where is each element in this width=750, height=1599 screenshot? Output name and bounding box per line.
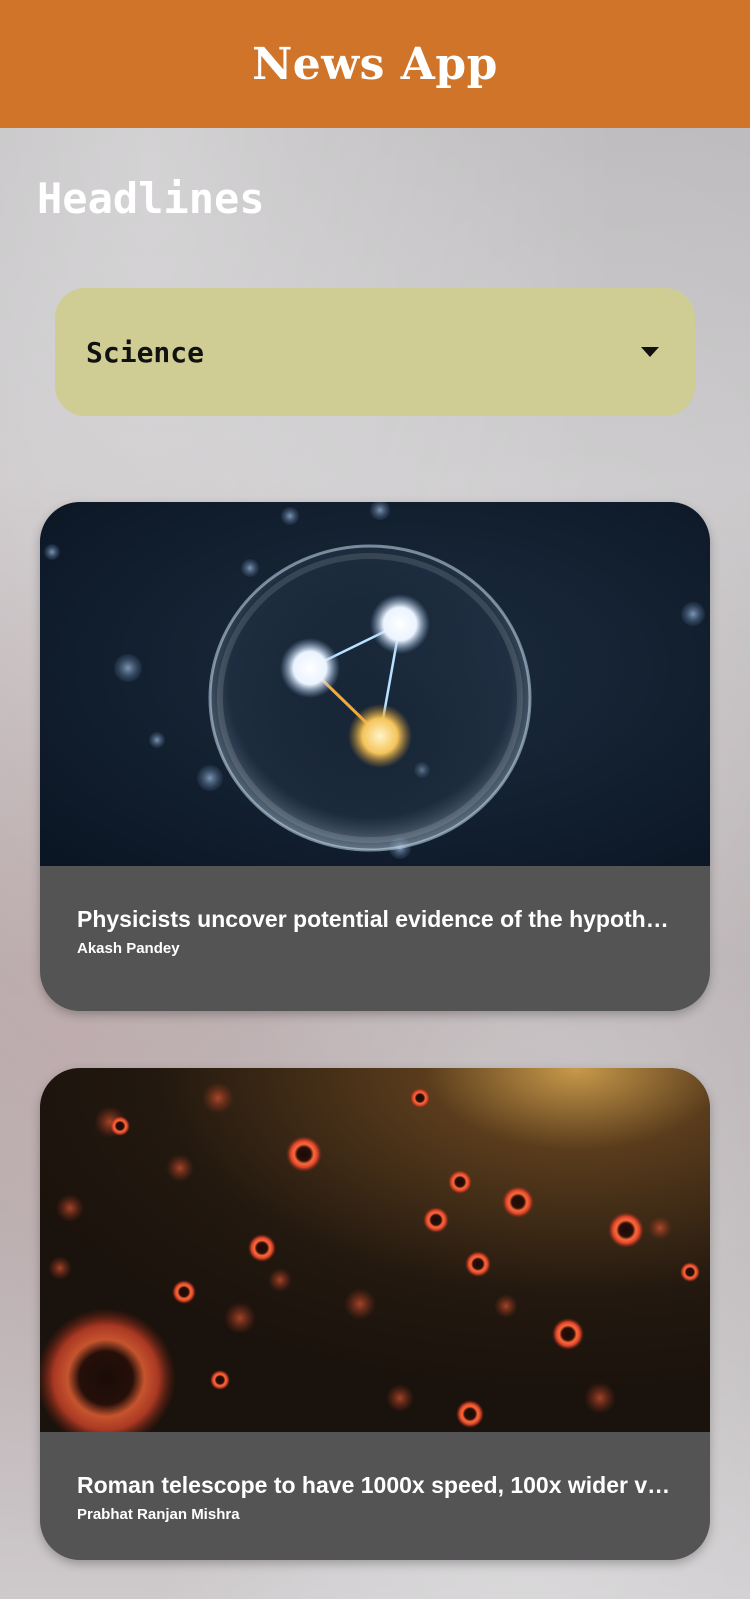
card-body: Roman telescope to have 1000x speed, 100… (40, 1432, 710, 1523)
article-title: Physicists uncover potential evidence of… (77, 906, 669, 932)
article-image (40, 1068, 710, 1432)
category-dropdown[interactable]: Science (55, 288, 695, 416)
news-card[interactable]: Physicists uncover potential evidence of… (40, 502, 710, 1011)
card-body: Physicists uncover potential evidence of… (40, 866, 710, 957)
app-title: News App (252, 38, 498, 90)
article-author: Prabhat Ranjan Mishra (77, 1506, 240, 1523)
news-card[interactable]: Roman telescope to have 1000x speed, 100… (40, 1068, 710, 1560)
article-title: Roman telescope to have 1000x speed, 100… (77, 1472, 671, 1498)
caret-down-icon (641, 347, 659, 357)
article-author: Akash Pandey (77, 940, 180, 957)
article-image (40, 502, 710, 866)
app-bar: News App (0, 0, 750, 128)
page-heading: Headlines (37, 174, 265, 223)
category-selected-value: Science (86, 335, 205, 369)
